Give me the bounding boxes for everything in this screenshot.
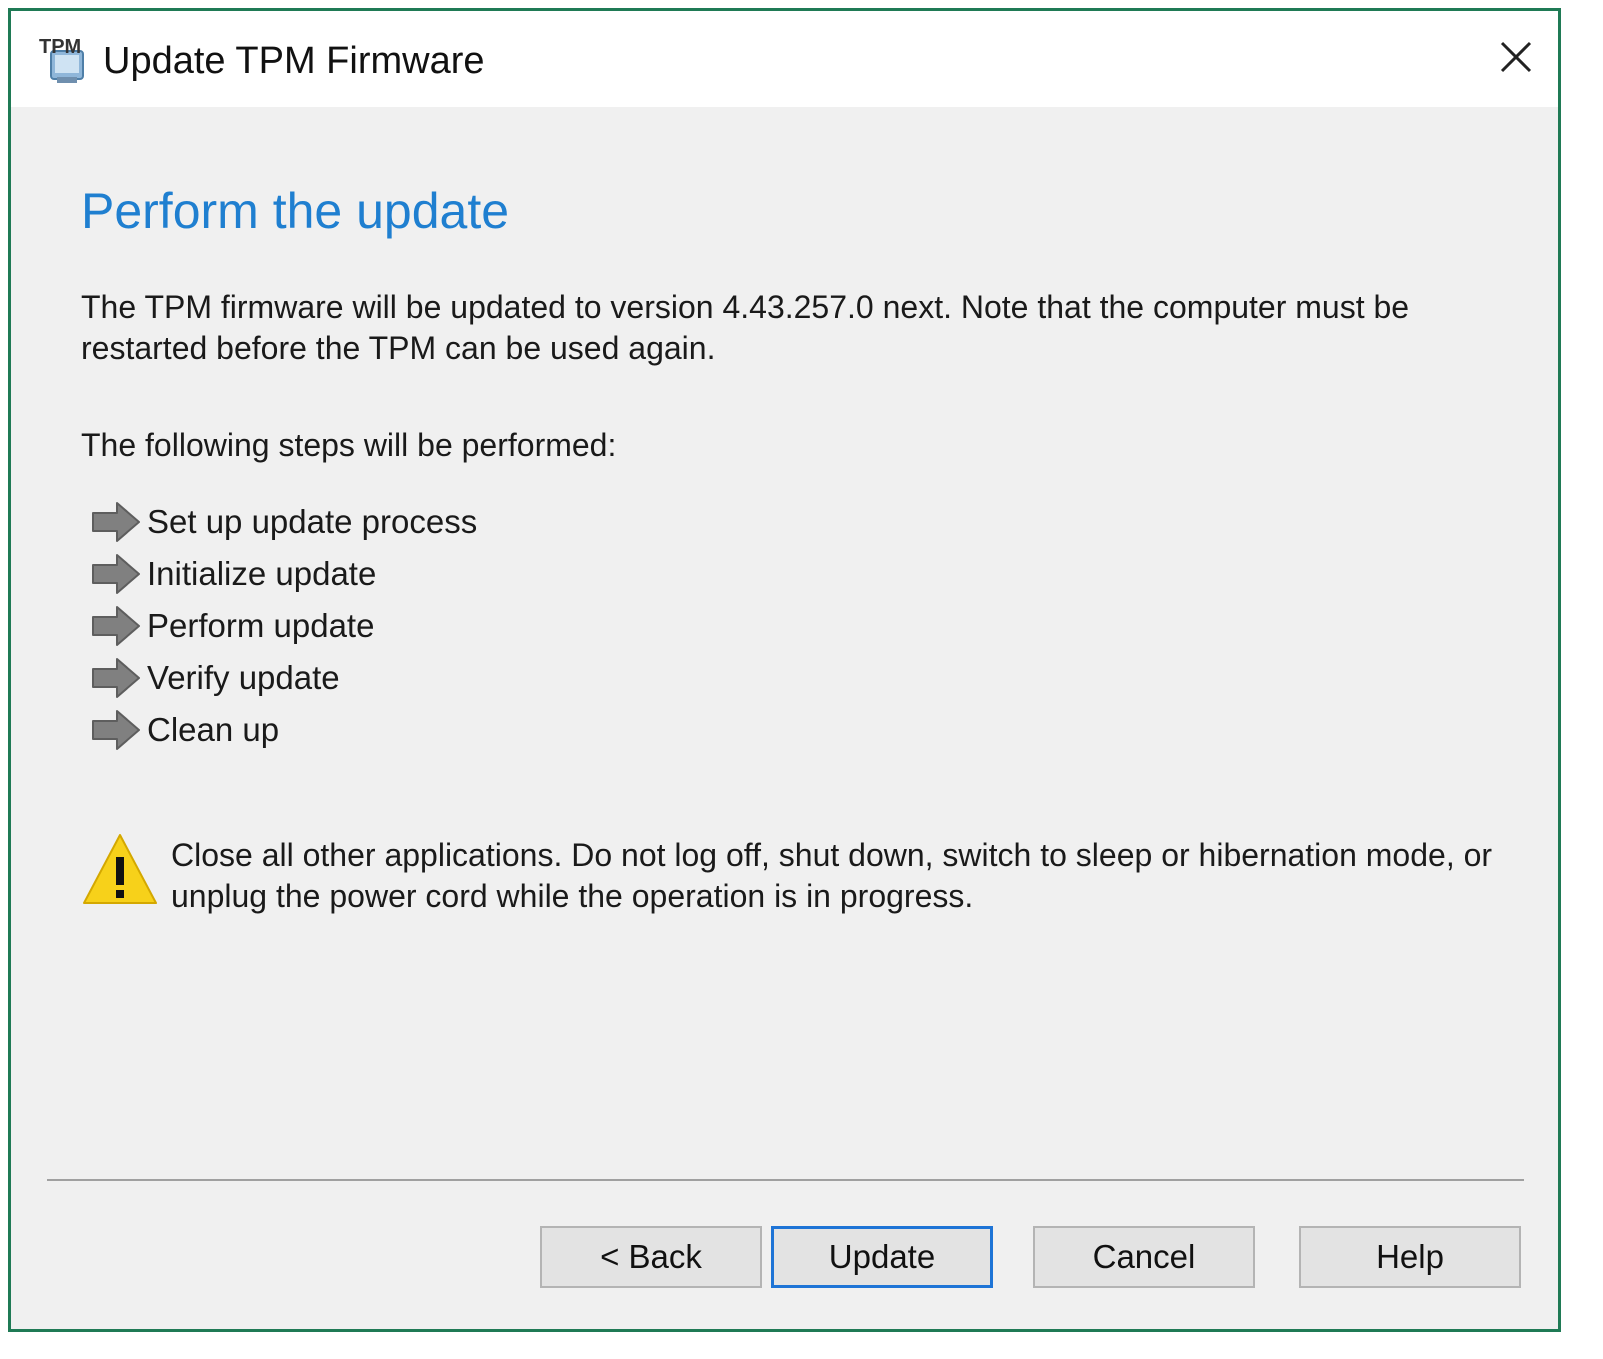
window-title: Update TPM Firmware [103,40,485,82]
arrow-right-icon [92,710,140,750]
footer-separator [47,1179,1524,1181]
warning-icon [83,834,157,904]
arrow-right-icon [92,606,140,646]
step-label: Perform update [147,607,375,644]
arrow-right-icon [92,554,140,594]
help-button[interactable]: Help [1299,1226,1521,1288]
dialog-window: TPM Update TPM Firmware Perform the upda… [8,8,1561,1332]
update-button[interactable]: Update [771,1226,993,1288]
warning-text: Close all other applications. Do not log… [171,837,1493,914]
cancel-button[interactable]: Cancel [1033,1226,1255,1288]
step-label: Initialize update [147,555,377,592]
step-label: Verify update [147,659,340,696]
intro-text: The TPM firmware will be updated to vers… [81,289,1410,366]
step-label: Clean up [147,711,280,748]
arrow-right-icon [92,658,140,698]
app-icon-text: TPM [39,36,81,58]
arrow-right-icon [92,502,140,542]
page-heading: Perform the update [81,183,510,239]
title-bar: TPM Update TPM Firmware [11,11,1558,107]
steps-label: The following steps will be performed: [81,427,617,463]
back-button[interactable]: < Back [540,1226,762,1288]
tpm-app-icon: TPM [39,36,84,83]
close-icon[interactable] [1486,27,1546,87]
step-label: Set up update process [147,503,478,540]
